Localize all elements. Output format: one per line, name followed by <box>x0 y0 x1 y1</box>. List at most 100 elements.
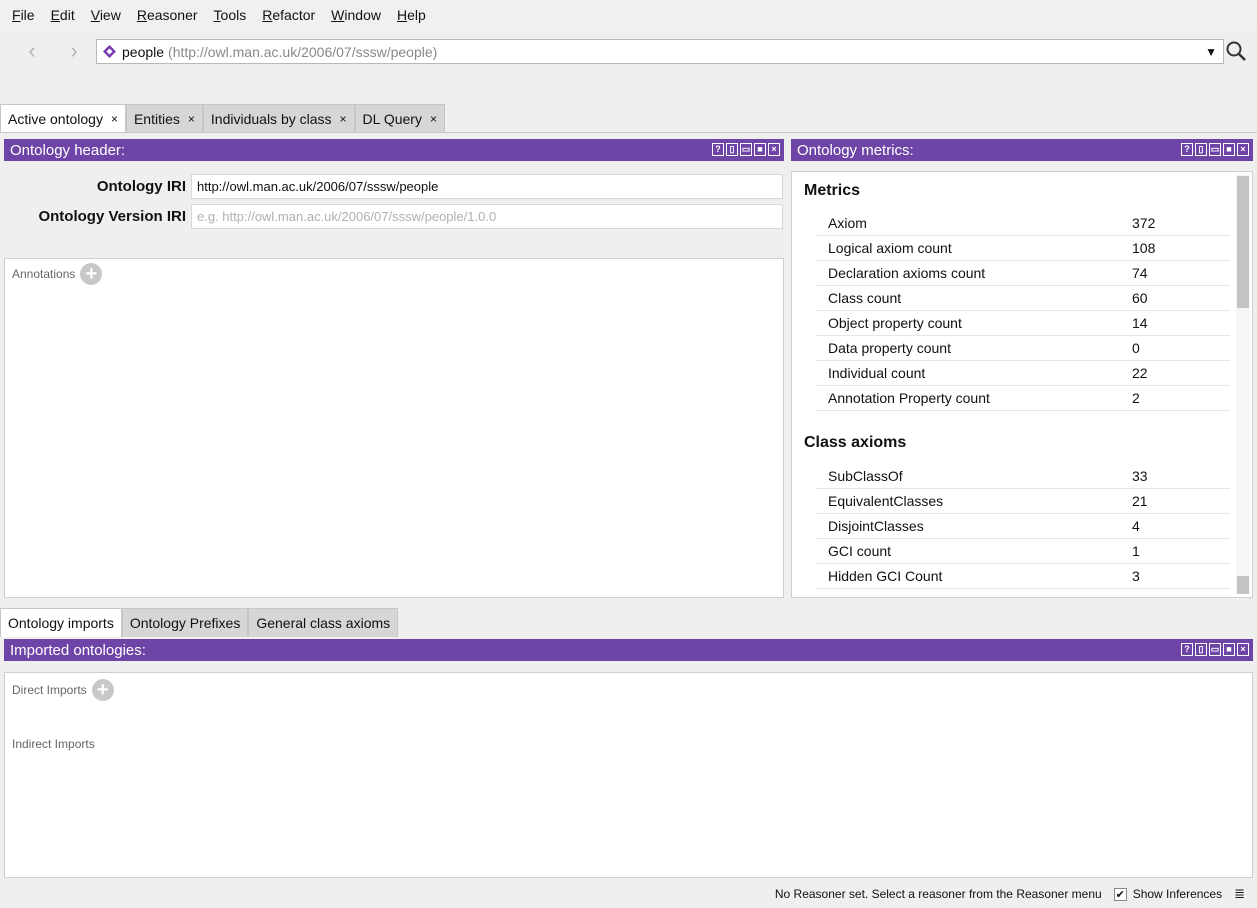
maximize-icon[interactable]: ■ <box>1223 643 1235 656</box>
menu-bar: File Edit View Reasoner Tools Refactor W… <box>0 0 1257 30</box>
close-icon[interactable]: × <box>188 112 195 126</box>
imported-ontologies-title-bar: Imported ontologies: ? ▯ ▭ ■ × <box>4 639 1253 661</box>
metric-name: DisjointClasses <box>828 518 924 534</box>
tab-entities[interactable]: Entities × <box>125 104 203 133</box>
metric-row: Declaration axioms count 74 <box>816 261 1230 286</box>
ontology-iri-field[interactable]: http://owl.man.ac.uk/2006/07/sssw/people <box>191 174 783 199</box>
metric-value: 21 <box>1132 493 1148 509</box>
ontology-iri: (http://owl.man.ac.uk/2006/07/sssw/peopl… <box>168 43 438 60</box>
split-horizontal-icon[interactable]: ▭ <box>1209 643 1221 656</box>
tab-label: Ontology Prefixes <box>129 615 241 631</box>
ontology-version-iri-label: Ontology Version IRI <box>38 208 186 225</box>
metric-value: 33 <box>1132 468 1148 484</box>
metric-name: Data property count <box>828 340 951 356</box>
metric-row: Object property count 14 <box>816 311 1230 336</box>
ontology-iri-label: Ontology IRI <box>96 178 186 195</box>
tab-label: General class axioms <box>256 615 391 631</box>
metric-value: 60 <box>1132 290 1148 306</box>
close-icon[interactable]: × <box>768 143 780 156</box>
metric-row: Individual count 22 <box>816 361 1230 386</box>
split-vertical-icon[interactable]: ▯ <box>1195 643 1207 656</box>
show-inferences-checkbox[interactable]: ✔ <box>1113 887 1127 901</box>
help-icon[interactable]: ? <box>712 143 724 156</box>
ontology-version-iri-field[interactable]: e.g. http://owl.man.ac.uk/2006/07/sssw/p… <box>191 204 783 229</box>
split-vertical-icon[interactable]: ▯ <box>726 143 738 156</box>
ontology-header-title-bar: Ontology header: ? ▯ ▭ ■ × <box>4 139 784 161</box>
menu-window[interactable]: Window <box>323 7 389 23</box>
metric-name: Individual count <box>828 365 926 381</box>
tab-label: Entities <box>133 111 180 127</box>
metric-value: 3 <box>1132 568 1140 584</box>
indirect-imports-label: Indirect Imports <box>12 737 95 751</box>
metric-row: DisjointClasses 4 <box>816 514 1230 539</box>
tab-individuals-by-class[interactable]: Individuals by class × <box>202 104 355 133</box>
metric-value: 108 <box>1132 240 1156 256</box>
view-controls: ? ▯ ▭ ■ × <box>1181 143 1249 156</box>
menu-tools[interactable]: Tools <box>206 7 255 23</box>
menu-file[interactable]: File <box>4 7 43 23</box>
chevron-right-icon[interactable]: › <box>62 39 86 63</box>
close-icon[interactable]: × <box>111 112 118 126</box>
show-inferences-label: Show Inferences <box>1132 887 1223 901</box>
metric-name: Class count <box>828 290 902 306</box>
split-horizontal-icon[interactable]: ▭ <box>1209 143 1221 156</box>
help-icon[interactable]: ? <box>1181 643 1193 656</box>
search-icon[interactable] <box>1224 39 1248 63</box>
metric-value: 372 <box>1132 215 1156 231</box>
help-icon[interactable]: ? <box>1181 143 1193 156</box>
metric-name: GCI count <box>828 543 892 559</box>
tab-general-class-axioms[interactable]: General class axioms <box>248 608 399 637</box>
dropdown-caret-icon[interactable]: ▼ <box>1205 45 1217 59</box>
metrics-panel: Metrics Axiom 372 Logical axiom count 108 De… <box>791 171 1253 598</box>
menu-refactor[interactable]: Refactor <box>254 7 323 23</box>
annotations-label: Annotations <box>12 267 76 281</box>
metric-value: 14 <box>1132 315 1148 331</box>
chevron-left-icon[interactable]: ‹ <box>20 39 44 63</box>
metric-value: 1 <box>1132 543 1140 559</box>
metric-row: GCI count 1 <box>816 539 1230 564</box>
reasoner-status-message: No Reasoner set. Select a reasoner from … <box>774 887 1102 901</box>
tab-label: Individuals by class <box>210 111 332 127</box>
close-icon[interactable]: × <box>1237 643 1249 656</box>
metric-name: EquivalentClasses <box>828 493 944 509</box>
ontology-icon <box>103 45 116 58</box>
menu-reasoner[interactable]: Reasoner <box>129 7 206 23</box>
add-import-icon[interactable]: + <box>91 679 114 701</box>
metric-row: Class count 60 <box>816 286 1230 311</box>
split-vertical-icon[interactable]: ▯ <box>1195 143 1207 156</box>
metric-row: SubClassOf 33 <box>816 464 1230 489</box>
ontology-selector[interactable]: people (http://owl.man.ac.uk/2006/07/sss… <box>96 39 1224 64</box>
close-icon[interactable]: × <box>1237 143 1249 156</box>
menu-view[interactable]: View <box>83 7 129 23</box>
metric-name: SubClassOf <box>828 468 903 484</box>
menu-help[interactable]: Help <box>389 7 434 23</box>
metric-name: Declaration axioms count <box>828 265 986 281</box>
add-annotation-icon[interactable]: + <box>80 263 103 285</box>
tab-ontology-imports[interactable]: Ontology imports <box>0 608 122 637</box>
split-horizontal-icon[interactable]: ▭ <box>740 143 752 156</box>
tab-dl-query[interactable]: DL Query × <box>354 104 445 133</box>
metric-row: Annotation Property count 2 <box>816 386 1230 411</box>
metrics-scrollbar[interactable] <box>1236 174 1250 594</box>
metric-value: 2 <box>1132 390 1140 406</box>
scrollbar-thumb-lower[interactable] <box>1237 576 1249 594</box>
scrollbar-thumb[interactable] <box>1237 176 1249 308</box>
close-icon[interactable]: × <box>340 112 347 126</box>
maximize-icon[interactable]: ■ <box>1223 143 1235 156</box>
tabs-divider <box>0 132 1257 133</box>
maximize-icon[interactable]: ■ <box>754 143 766 156</box>
close-icon[interactable]: × <box>430 112 437 126</box>
log-icon[interactable]: ≣ <box>1234 886 1245 902</box>
direct-imports-header: Direct Imports + <box>12 679 114 701</box>
metric-row: Logical axiom count 108 <box>816 236 1230 261</box>
panel-title: Ontology metrics: <box>797 141 914 159</box>
tab-ontology-prefixes[interactable]: Ontology Prefixes <box>121 608 249 637</box>
view-controls: ? ▯ ▭ ■ × <box>712 143 780 156</box>
tab-active-ontology[interactable]: Active ontology × <box>0 104 126 133</box>
metric-value: 0 <box>1132 340 1140 356</box>
panel-title: Ontology header: <box>10 141 126 159</box>
metric-name: Hidden GCI Count <box>828 568 943 584</box>
navigation-bar: ‹ › people (http://owl.man.ac.uk/2006/07… <box>0 36 1257 70</box>
metric-value: 74 <box>1132 265 1148 281</box>
menu-edit[interactable]: Edit <box>43 7 83 23</box>
